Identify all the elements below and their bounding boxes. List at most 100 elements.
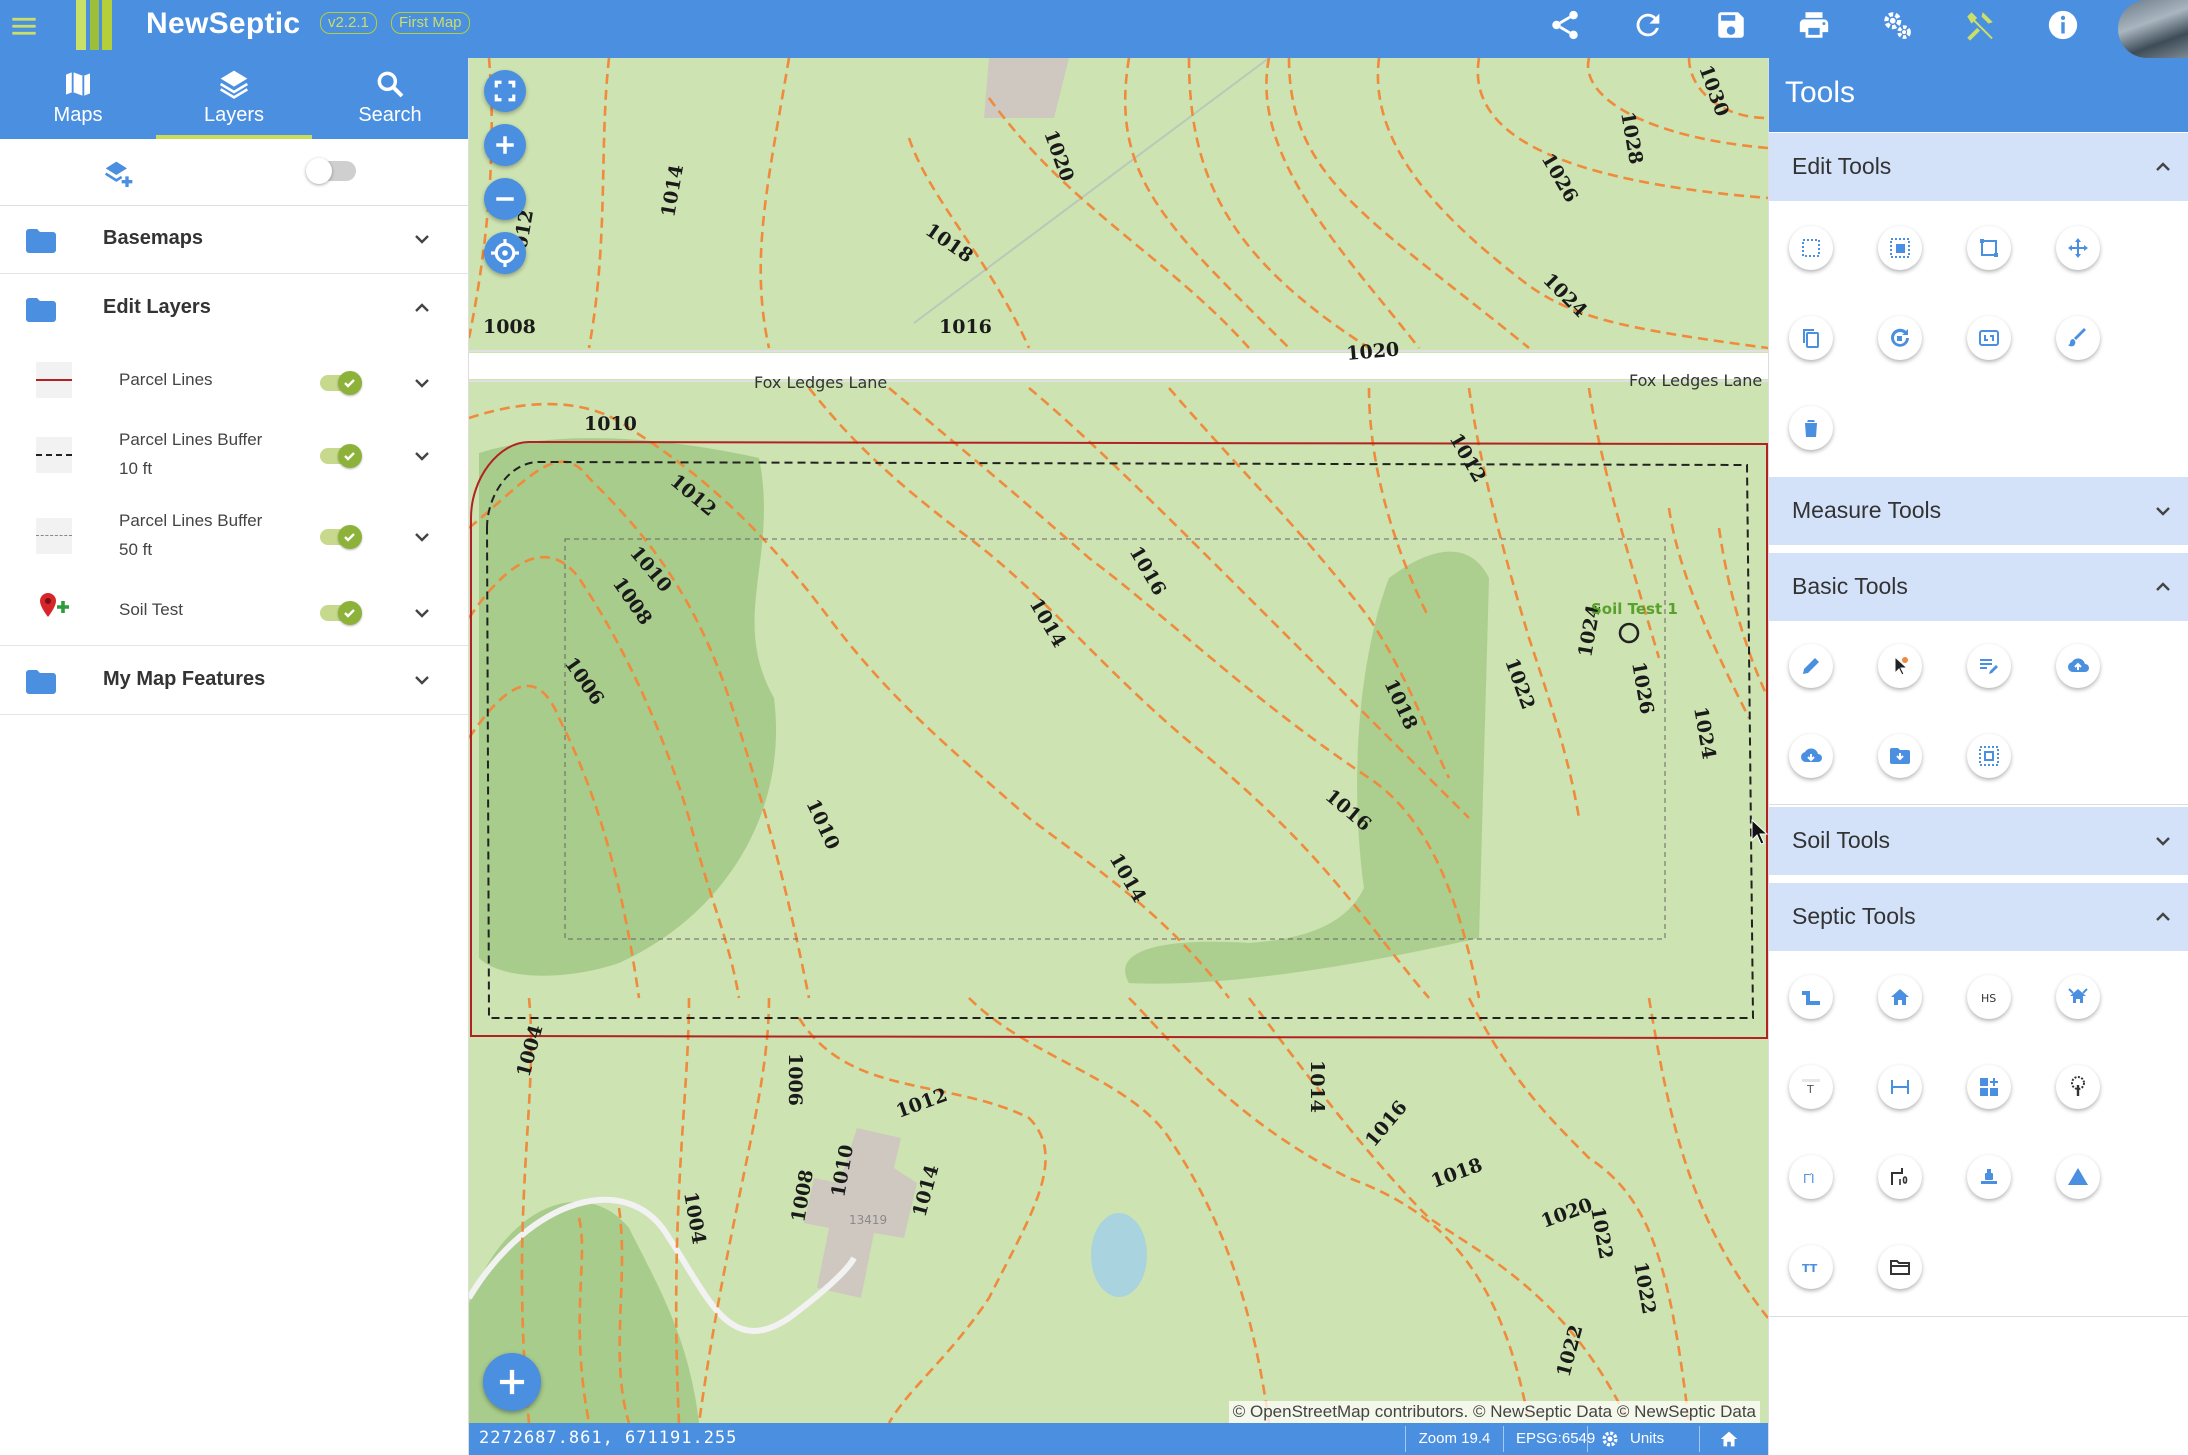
delete-tool[interactable] (1789, 406, 1833, 450)
tab-maps[interactable]: Maps (0, 58, 156, 139)
units-button[interactable]: Units (1587, 1426, 1699, 1452)
draw-tool[interactable] (1789, 644, 1833, 688)
tab-layers[interactable]: Layers (156, 58, 312, 139)
map-canvas[interactable]: 13419 1008 1010 1010 1012 1012 1014 1014… (469, 58, 1768, 1423)
building (984, 58, 1069, 118)
chevron-down-icon[interactable] (410, 601, 434, 625)
layer-visibility-toggle[interactable] (320, 444, 362, 468)
search-icon (377, 71, 404, 98)
pump-tool[interactable] (1967, 1155, 2011, 1199)
edit-attributes-tool[interactable] (2056, 316, 2100, 360)
house-tool[interactable] (1878, 975, 1922, 1019)
distance-tool[interactable] (1878, 1065, 1922, 1109)
tools-icon[interactable] (1963, 8, 1997, 42)
chevron-down-icon[interactable] (410, 227, 434, 251)
fullscreen-button[interactable] (484, 70, 526, 112)
map-status-bar: 2272687.861, 671191.255 Zoom 19.4 EPSG:6… (469, 1423, 1768, 1455)
select-vertex-icon (1980, 239, 1998, 257)
tab-search[interactable]: Search (312, 58, 468, 139)
add-components-tool[interactable] (1967, 1065, 2011, 1109)
layer-visibility-toggle[interactable] (320, 371, 362, 395)
hs-glyph: HS (1981, 992, 1996, 1005)
print-icon[interactable] (1797, 8, 1831, 42)
info-icon[interactable] (2046, 8, 2080, 42)
mouse-cursor-icon (1751, 818, 1768, 845)
add-layer-icon[interactable] (103, 159, 135, 191)
rotate-tool[interactable] (1878, 316, 1922, 360)
inspection-port-tool[interactable]: ΓΊ (1789, 1155, 1833, 1199)
chevron-up-icon[interactable] (2151, 155, 2175, 179)
layer-label-line2: 10 ft (119, 459, 153, 478)
section-soil-tools[interactable]: Soil Tools (1769, 806, 2188, 875)
tree-tool[interactable] (2056, 1065, 2100, 1109)
chevron-up-icon[interactable] (410, 296, 434, 320)
section-septic-tools[interactable]: Septic Tools (1769, 882, 2188, 951)
add-feature-button[interactable] (483, 1353, 541, 1411)
chevron-up-icon[interactable] (2151, 575, 2175, 599)
zoom-out-button[interactable] (484, 178, 526, 220)
chevron-down-icon[interactable] (2151, 829, 2175, 853)
save-icon[interactable] (1714, 8, 1748, 42)
locate-button[interactable] (484, 232, 526, 274)
triangle-tool[interactable] (2056, 1155, 2100, 1199)
move-tool[interactable] (2056, 226, 2100, 270)
hamburger-menu-icon[interactable] (10, 12, 38, 40)
section-basic-tools[interactable]: Basic Tools (1769, 552, 2188, 621)
chevron-down-icon[interactable] (410, 371, 434, 395)
notes-tool[interactable] (1967, 644, 2011, 688)
soil-test-label: Soil Test 1 (1591, 600, 1678, 618)
chevron-down-icon[interactable] (410, 668, 434, 692)
contour-label: 1004 (679, 1190, 710, 1246)
share-icon[interactable] (1548, 8, 1582, 42)
download-tool[interactable] (1789, 734, 1833, 778)
layer-visibility-toggle[interactable] (320, 525, 362, 549)
chevron-down-icon[interactable] (2151, 499, 2175, 523)
section-edit-tools[interactable]: Edit Tools (1769, 132, 2188, 201)
chevron-down-icon[interactable] (410, 444, 434, 468)
units-label: Units (1630, 1430, 1665, 1447)
group-title: My Map Features (103, 668, 266, 690)
resize-tool[interactable] (1967, 316, 2011, 360)
group-basemaps[interactable]: Basemaps (0, 205, 468, 274)
zoom-in-button[interactable] (484, 124, 526, 166)
locate-icon (491, 239, 519, 267)
map-name-badge[interactable]: First Map (391, 12, 470, 34)
add-components-icon (1980, 1078, 1998, 1096)
check-icon (344, 452, 355, 461)
buffer-10-swatch (36, 437, 72, 473)
import-tool[interactable] (1878, 734, 1922, 778)
chevron-down-icon[interactable] (410, 525, 434, 549)
check-icon (344, 533, 355, 542)
water-line-tool[interactable] (1878, 1155, 1922, 1199)
pipe-tool[interactable] (1789, 975, 1833, 1019)
settings-icon[interactable] (1880, 8, 1914, 42)
group-my-map-features[interactable]: My Map Features (0, 645, 468, 715)
layers-master-toggle[interactable] (306, 158, 356, 184)
copy-tool[interactable] (1789, 316, 1833, 360)
section-measure-tools[interactable]: Measure Tools (1769, 476, 2188, 545)
select-vertex-tool[interactable] (1967, 226, 2011, 270)
map-attribution[interactable]: © OpenStreetMap contributors. © NewSepti… (1228, 1401, 1760, 1423)
group-edit-layers[interactable]: Edit Layers (0, 274, 468, 342)
select-multiple-tool[interactable] (1878, 226, 1922, 270)
layer-label: Parcel Lines (119, 370, 213, 389)
select-box-tool[interactable] (1789, 226, 1833, 270)
text-tool[interactable]: TT (1789, 1245, 1833, 1289)
well-tool[interactable] (2056, 975, 2100, 1019)
soil-test-marker[interactable] (1618, 622, 1640, 644)
user-avatar[interactable] (2118, 0, 2188, 58)
open-folder-tool[interactable] (1878, 1245, 1922, 1289)
refresh-icon[interactable] (1631, 8, 1665, 42)
upload-tool[interactable] (2056, 644, 2100, 688)
select-all-tool[interactable] (1967, 734, 2011, 778)
layer-visibility-toggle[interactable] (320, 601, 362, 625)
tank-tool[interactable]: T (1789, 1065, 1833, 1109)
hs-tool[interactable]: HS (1967, 975, 2011, 1019)
projection-code[interactable]: EPSG:6549 (1503, 1426, 1595, 1452)
road-label: Fox Ledges Lane (1629, 371, 1762, 390)
select-tool[interactable] (1878, 644, 1922, 688)
chevron-up-icon[interactable] (2151, 905, 2175, 929)
distance-icon (1891, 1080, 1909, 1094)
home-button[interactable] (1699, 1426, 1759, 1452)
pond (1091, 1213, 1147, 1297)
